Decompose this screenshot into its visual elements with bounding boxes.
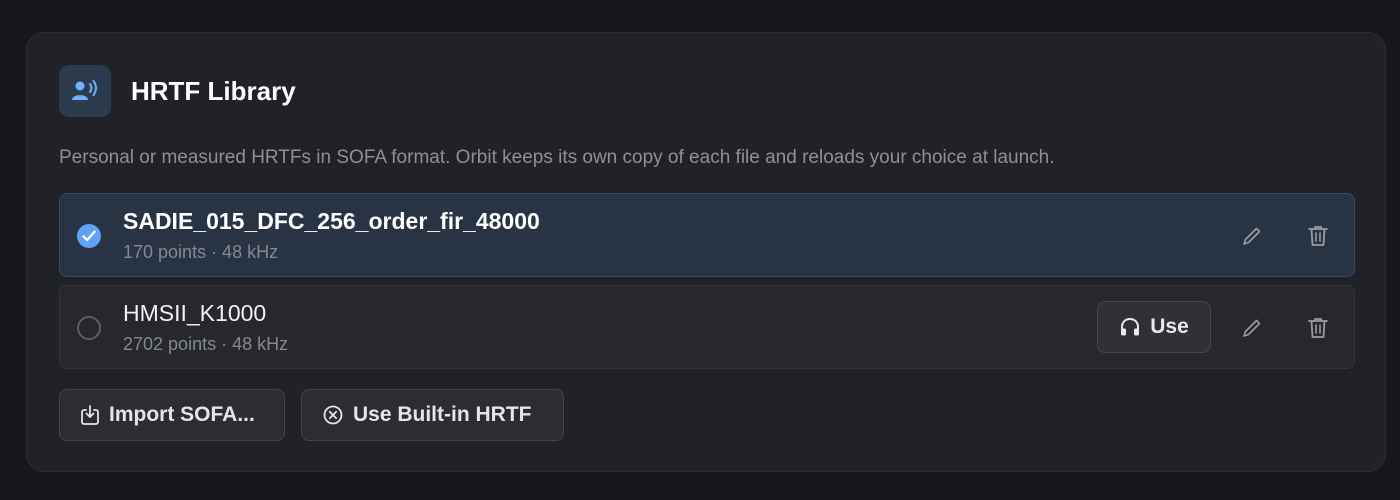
use-button[interactable]: Use <box>1097 301 1211 353</box>
delete-button[interactable] <box>1302 312 1334 344</box>
import-icon <box>81 405 99 425</box>
import-sofa-button[interactable]: Import SOFA... <box>59 389 285 441</box>
check-circle-icon[interactable] <box>77 224 101 248</box>
hrtf-library-panel: HRTF Library Personal or measured HRTFs … <box>26 32 1386 472</box>
rename-button[interactable] <box>1236 220 1268 252</box>
panel-description: Personal or measured HRTFs in SOFA forma… <box>59 147 1055 168</box>
use-button-label: Use <box>1150 315 1189 338</box>
use-builtin-hrtf-button[interactable]: Use Built-in HRTF <box>301 389 564 441</box>
headphones-icon <box>1121 317 1140 336</box>
hrtf-item-meta: 2702 points · 48 kHz <box>123 334 289 354</box>
pencil-icon <box>1243 319 1261 337</box>
hrtf-list-item-selected[interactable]: SADIE_015_DFC_256_order_fir_48000 170 po… <box>59 193 1355 277</box>
panel-header: HRTF Library <box>59 65 296 117</box>
hrtf-item-name: SADIE_015_DFC_256_order_fir_48000 <box>123 208 540 234</box>
close-circle-icon <box>323 405 343 425</box>
speaker-person-icon <box>59 65 111 117</box>
rename-button[interactable] <box>1236 312 1268 344</box>
hrtf-item-name: HMSII_K1000 <box>123 300 267 326</box>
trash-icon <box>1308 226 1328 246</box>
pencil-icon <box>1243 227 1261 245</box>
radio-unchecked-icon[interactable] <box>77 316 101 340</box>
hrtf-list-item[interactable]: HMSII_K1000 2702 points · 48 kHz Use <box>59 285 1355 369</box>
trash-icon <box>1308 318 1328 338</box>
import-sofa-label: Import SOFA... <box>109 403 255 426</box>
panel-title: HRTF Library <box>131 75 296 106</box>
hrtf-item-meta: 170 points · 48 kHz <box>123 242 279 262</box>
use-builtin-hrtf-label: Use Built-in HRTF <box>353 403 532 426</box>
delete-button[interactable] <box>1302 220 1334 252</box>
